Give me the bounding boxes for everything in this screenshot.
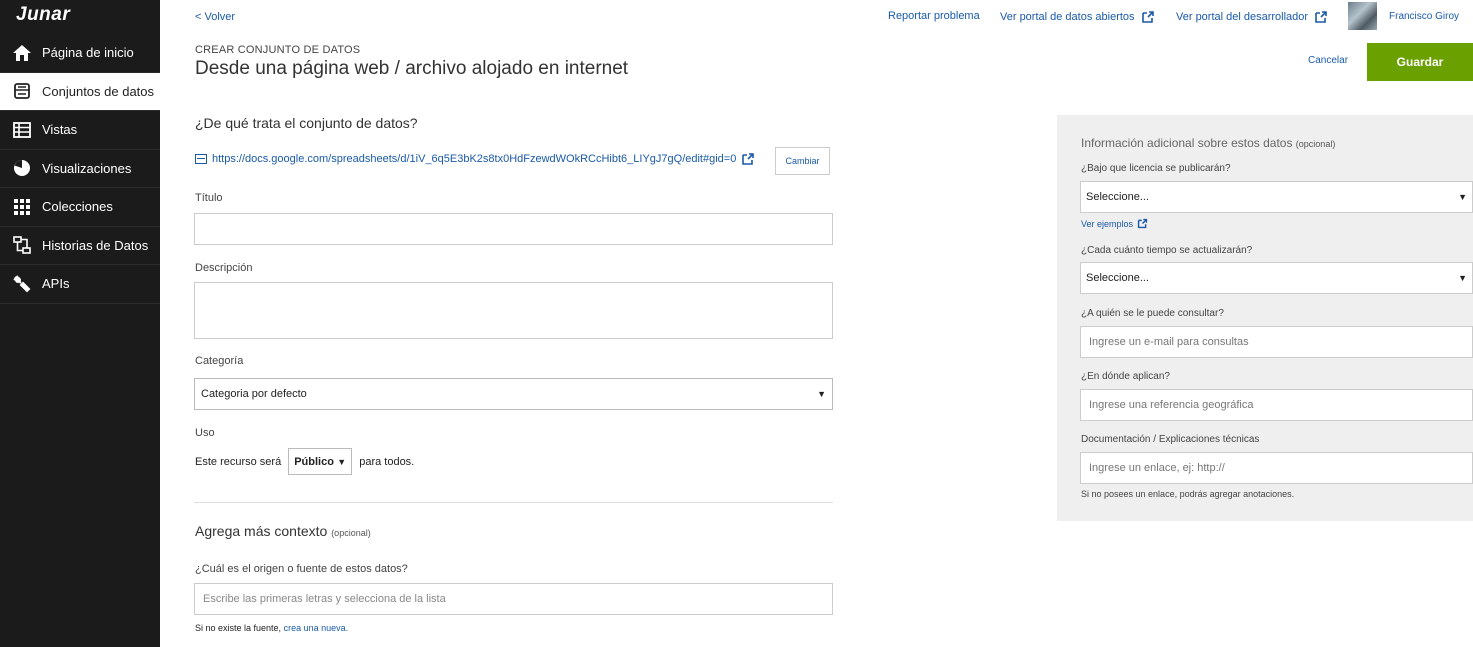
external-link-icon — [1315, 11, 1327, 23]
license-selected-value: Seleccione... — [1086, 191, 1149, 203]
report-problem-link[interactable]: Reportar problema — [888, 10, 980, 22]
back-link[interactable]: < Volver — [195, 11, 235, 23]
title-input[interactable] — [194, 213, 833, 245]
plug-icon — [11, 273, 33, 295]
contact-label: ¿A quién se le puede consultar? — [1081, 308, 1224, 319]
sidebar-item-label: Vistas — [42, 122, 78, 138]
geo-label: ¿En dónde aplican? — [1081, 371, 1170, 382]
chevron-down-icon: ▼ — [1458, 273, 1467, 283]
create-source-link[interactable]: crea una nueva. — [284, 623, 349, 633]
save-button[interactable]: Guardar — [1367, 43, 1473, 81]
sidebar-item-label: Conjuntos de datos — [42, 83, 155, 99]
source-url-row: https://docs.google.com/spreadsheets/d/1… — [195, 152, 755, 166]
sidebar-item-label: Visualizaciones — [42, 160, 132, 176]
usage-label: Uso — [195, 427, 215, 439]
sidebar-item-datasets[interactable]: Conjuntos de datos — [0, 72, 160, 111]
page-title: Desde una página web / archivo alojado e… — [195, 58, 629, 79]
divider — [194, 502, 833, 503]
home-icon — [11, 42, 33, 64]
junar-logo[interactable]: Junar — [16, 4, 70, 26]
docs-note: Si no posees un enlace, podrás agregar a… — [1081, 489, 1295, 499]
context-section-title: Agrega más contexto (opcional) — [195, 523, 371, 539]
table-icon — [11, 119, 33, 141]
docs-link-input[interactable]: Ingrese un enlace, ej: http:// — [1080, 452, 1473, 484]
usage-row: Este recurso será Público ▼ para todos. — [195, 448, 414, 475]
source-note: Si no existe la fuente, crea una nueva. — [195, 623, 349, 633]
sidebar-item-views[interactable]: Vistas — [0, 111, 160, 150]
sidebar-item-label: Historias de Datos — [42, 237, 149, 253]
frequency-label: ¿Cada cuánto tiempo se actualizarán? — [1081, 245, 1253, 256]
category-select[interactable]: Categoria por defecto ▼ — [194, 378, 833, 410]
main-content: < Volver Reportar problema Ver portal de… — [160, 0, 1473, 647]
avatar[interactable] — [1348, 2, 1377, 30]
frequency-select[interactable]: Seleccione... ▼ — [1080, 262, 1473, 294]
geo-reference-input[interactable]: Ingrese una referencia geográfica — [1080, 389, 1473, 421]
chevron-down-icon: ▼ — [817, 389, 826, 399]
sidebar-item-apis[interactable]: APIs — [0, 265, 160, 304]
contact-email-input[interactable]: Ingrese un e-mail para consultas — [1080, 326, 1473, 358]
usage-prefix: Este recurso será — [195, 455, 282, 468]
usage-selected-value: Público — [294, 455, 334, 468]
docs-label: Documentación / Explicaciones técnicas — [1081, 434, 1260, 445]
sidebar-item-label: Página de inicio — [42, 45, 134, 61]
usage-suffix: para todos. — [359, 455, 415, 468]
category-label: Categoría — [195, 355, 244, 367]
additional-info-panel: Información adicional sobre estos datos … — [1057, 115, 1473, 521]
open-data-portal-link[interactable]: Ver portal de datos abiertos — [1000, 10, 1155, 24]
frequency-selected-value: Seleccione... — [1086, 272, 1149, 284]
optional-hint: (opcional) — [1295, 139, 1336, 149]
grid-icon — [11, 196, 33, 218]
cancel-button[interactable]: Cancelar — [1308, 55, 1348, 66]
external-link-icon — [1141, 11, 1154, 23]
developer-portal-link[interactable]: Ver portal del desarrollador — [1176, 10, 1328, 24]
change-source-button[interactable]: Cambiar — [775, 147, 830, 175]
page-kicker: CREAR CONJUNTO DE DATOS — [195, 44, 361, 56]
section-title: ¿De qué trata el conjunto de datos? — [195, 115, 418, 131]
panel-title: Información adicional sobre estos datos … — [1081, 136, 1336, 150]
title-label: Título — [195, 192, 223, 204]
usage-select[interactable]: Público ▼ — [288, 448, 353, 475]
database-icon — [11, 80, 33, 102]
source-label: ¿Cuál es el origen o fuente de estos dat… — [195, 563, 408, 575]
external-link-icon[interactable] — [741, 152, 755, 166]
spreadsheet-icon — [195, 154, 207, 164]
sidebar: Junar Página de inicio Conjuntos de dato… — [0, 0, 160, 647]
pie-chart-icon — [11, 157, 33, 179]
description-textarea[interactable] — [194, 282, 833, 339]
examples-link[interactable]: Ver ejemplos — [1081, 218, 1148, 229]
license-label: ¿Bajo que licencia se publicarán? — [1081, 163, 1231, 174]
story-icon — [11, 234, 33, 256]
sidebar-nav: Página de inicio Conjuntos de datos Vist… — [0, 34, 160, 304]
description-label: Descripción — [195, 262, 253, 274]
sidebar-item-collections[interactable]: Colecciones — [0, 188, 160, 227]
sidebar-item-home[interactable]: Página de inicio — [0, 34, 160, 73]
optional-hint: (opcional) — [331, 528, 371, 538]
chevron-down-icon: ▼ — [1458, 192, 1467, 202]
source-input[interactable]: Escribe las primeras letras y selecciona… — [194, 583, 833, 615]
user-name-link[interactable]: Francisco Giroy — [1389, 11, 1459, 22]
sidebar-item-visualizations[interactable]: Visualizaciones — [0, 150, 160, 188]
external-link-icon — [1137, 218, 1148, 229]
source-url-link[interactable]: https://docs.google.com/spreadsheets/d/1… — [212, 153, 736, 165]
sidebar-item-data-stories[interactable]: Historias de Datos — [0, 227, 160, 265]
license-select[interactable]: Seleccione... ▼ — [1080, 181, 1473, 213]
sidebar-item-label: APIs — [42, 276, 70, 292]
chevron-down-icon: ▼ — [337, 456, 347, 467]
sidebar-item-label: Colecciones — [42, 199, 113, 215]
category-selected-value: Categoria por defecto — [201, 388, 307, 400]
